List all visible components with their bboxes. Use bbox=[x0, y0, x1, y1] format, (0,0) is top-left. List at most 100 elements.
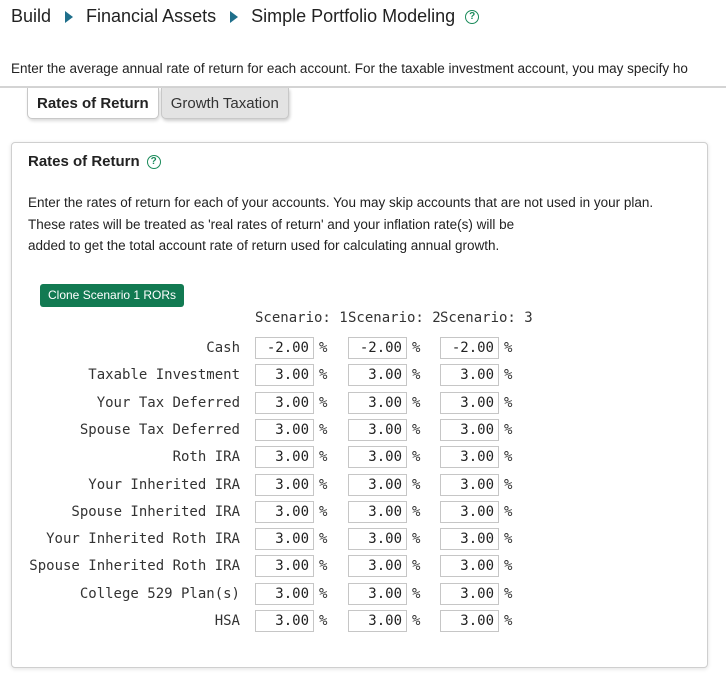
percent-label: % bbox=[319, 503, 328, 520]
percent-label: % bbox=[504, 613, 513, 629]
percent-label: % bbox=[504, 421, 513, 438]
rate-input[interactable]: 3.00 bbox=[255, 555, 314, 578]
rate-input[interactable]: 3.00 bbox=[255, 391, 314, 414]
percent-label: % bbox=[504, 367, 513, 384]
percent-label: % bbox=[319, 613, 328, 629]
percent-label: % bbox=[412, 531, 421, 548]
rate-input[interactable]: 3.00 bbox=[255, 364, 314, 387]
rate-input[interactable]: 3.00 bbox=[348, 528, 407, 551]
tab-rates-of-return[interactable]: Rates of Return bbox=[27, 88, 159, 119]
rate-input[interactable]: 3.00 bbox=[440, 418, 499, 441]
description-line: added to get the total account rate of r… bbox=[28, 238, 500, 253]
percent-label: % bbox=[412, 340, 421, 356]
percent-label: % bbox=[319, 394, 328, 411]
panel-description: Enter the rates of return for each of yo… bbox=[28, 192, 698, 257]
breadcrumb-financial-assets[interactable]: Financial Assets bbox=[86, 6, 216, 27]
rate-input[interactable]: 3.00 bbox=[255, 446, 314, 469]
percent-label: % bbox=[504, 531, 513, 548]
row-label: College 529 Plan(s) bbox=[79, 585, 240, 602]
column-header-scenario-1: Scenario: 1 bbox=[255, 310, 348, 326]
percent-label: % bbox=[504, 449, 513, 466]
percent-label: % bbox=[412, 503, 421, 520]
rate-input[interactable]: 3.00 bbox=[348, 555, 407, 578]
rate-input[interactable]: 3.00 bbox=[440, 500, 499, 523]
panel-title: Rates of Return ? bbox=[28, 153, 161, 170]
rate-input[interactable]: 3.00 bbox=[348, 446, 407, 469]
rate-input[interactable]: 3.00 bbox=[348, 500, 407, 523]
row-label: Roth IRA bbox=[172, 449, 240, 466]
clone-scenario-button[interactable]: Clone Scenario 1 RORs bbox=[40, 284, 185, 307]
rate-input[interactable]: 3.00 bbox=[255, 610, 314, 632]
intro-text: Enter the average annual rate of return … bbox=[11, 61, 688, 76]
breadcrumb-simple-portfolio-modeling: Simple Portfolio Modeling bbox=[251, 6, 456, 26]
percent-label: % bbox=[319, 421, 328, 438]
percent-label: % bbox=[412, 585, 421, 602]
rate-input[interactable]: 3.00 bbox=[440, 555, 499, 578]
breadcrumb-build[interactable]: Build bbox=[11, 6, 51, 27]
rate-input[interactable]: 3.00 bbox=[255, 500, 314, 523]
question-circle-icon[interactable]: ? bbox=[465, 9, 480, 24]
percent-label: % bbox=[412, 367, 421, 384]
rate-input[interactable]: 3.00 bbox=[255, 582, 314, 605]
row-label: Spouse Tax Deferred bbox=[79, 421, 240, 438]
row-label: Spouse Inherited IRA bbox=[71, 503, 240, 520]
percent-label: % bbox=[319, 449, 328, 466]
percent-label: % bbox=[504, 585, 513, 602]
breadcrumb-arrow-icon bbox=[65, 10, 74, 23]
percent-label: % bbox=[412, 558, 421, 575]
row-label: Your Inherited Roth IRA bbox=[46, 531, 240, 548]
row-label: Taxable Investment bbox=[88, 367, 240, 384]
percent-label: % bbox=[319, 340, 328, 356]
percent-label: % bbox=[412, 613, 421, 629]
row-label: Cash bbox=[206, 340, 240, 356]
rate-input[interactable]: 3.00 bbox=[440, 446, 499, 469]
description-line: Enter the rates of return for each of yo… bbox=[28, 195, 654, 210]
percent-label: % bbox=[412, 421, 421, 438]
row-label: Your Inherited IRA bbox=[88, 476, 240, 493]
percent-label: % bbox=[412, 476, 421, 493]
rate-input[interactable]: -2.00 bbox=[255, 337, 314, 359]
percent-label: % bbox=[319, 476, 328, 493]
percent-label: % bbox=[319, 531, 328, 548]
rate-input[interactable]: 3.00 bbox=[348, 418, 407, 441]
rate-input[interactable]: -2.00 bbox=[440, 337, 499, 359]
row-label: Your Tax Deferred bbox=[96, 394, 240, 411]
rate-input[interactable]: 3.00 bbox=[348, 391, 407, 414]
rate-input[interactable]: 3.00 bbox=[440, 528, 499, 551]
rate-input[interactable]: 3.00 bbox=[348, 473, 407, 496]
row-label: HSA bbox=[214, 613, 240, 629]
percent-label: % bbox=[319, 558, 328, 575]
rate-input[interactable]: 3.00 bbox=[440, 582, 499, 605]
rate-input[interactable]: 3.00 bbox=[255, 473, 314, 496]
rates-of-return-panel: Rates of Return ? Enter the rates of ret… bbox=[11, 142, 708, 668]
tab-bar: Rates of Return Growth Taxation bbox=[27, 88, 291, 119]
rate-input[interactable]: 3.00 bbox=[348, 610, 407, 632]
rate-input[interactable]: 3.00 bbox=[255, 418, 314, 441]
percent-label: % bbox=[504, 394, 513, 411]
tab-growth-taxation[interactable]: Growth Taxation bbox=[160, 88, 289, 119]
breadcrumb-arrow-icon bbox=[230, 10, 239, 23]
panel-title-text: Rates of Return bbox=[28, 153, 140, 170]
percent-label: % bbox=[504, 340, 513, 356]
rate-input[interactable]: 3.00 bbox=[255, 528, 314, 551]
percent-label: % bbox=[319, 585, 328, 602]
percent-label: % bbox=[319, 367, 328, 384]
rate-input[interactable]: -2.00 bbox=[348, 337, 407, 359]
percent-label: % bbox=[504, 503, 513, 520]
percent-label: % bbox=[412, 394, 421, 411]
question-circle-icon[interactable]: ? bbox=[146, 154, 161, 169]
rate-input[interactable]: 3.00 bbox=[348, 364, 407, 387]
rate-input[interactable]: 3.00 bbox=[440, 610, 499, 632]
rate-input[interactable]: 3.00 bbox=[440, 391, 499, 414]
row-label: Spouse Inherited Roth IRA bbox=[29, 558, 240, 575]
breadcrumb: Build Financial Assets Simple Portfolio … bbox=[11, 6, 480, 27]
description-line: These rates will be treated as 'real rat… bbox=[28, 216, 515, 232]
rate-input[interactable]: 3.00 bbox=[440, 364, 499, 387]
column-header-scenario-3: Scenario: 3 bbox=[440, 310, 533, 326]
rate-input[interactable]: 3.00 bbox=[348, 582, 407, 605]
percent-label: % bbox=[504, 476, 513, 493]
rate-input[interactable]: 3.00 bbox=[440, 473, 499, 496]
percent-label: % bbox=[412, 449, 421, 466]
percent-label: % bbox=[504, 558, 513, 575]
column-header-scenario-2: Scenario: 2 bbox=[348, 310, 441, 326]
